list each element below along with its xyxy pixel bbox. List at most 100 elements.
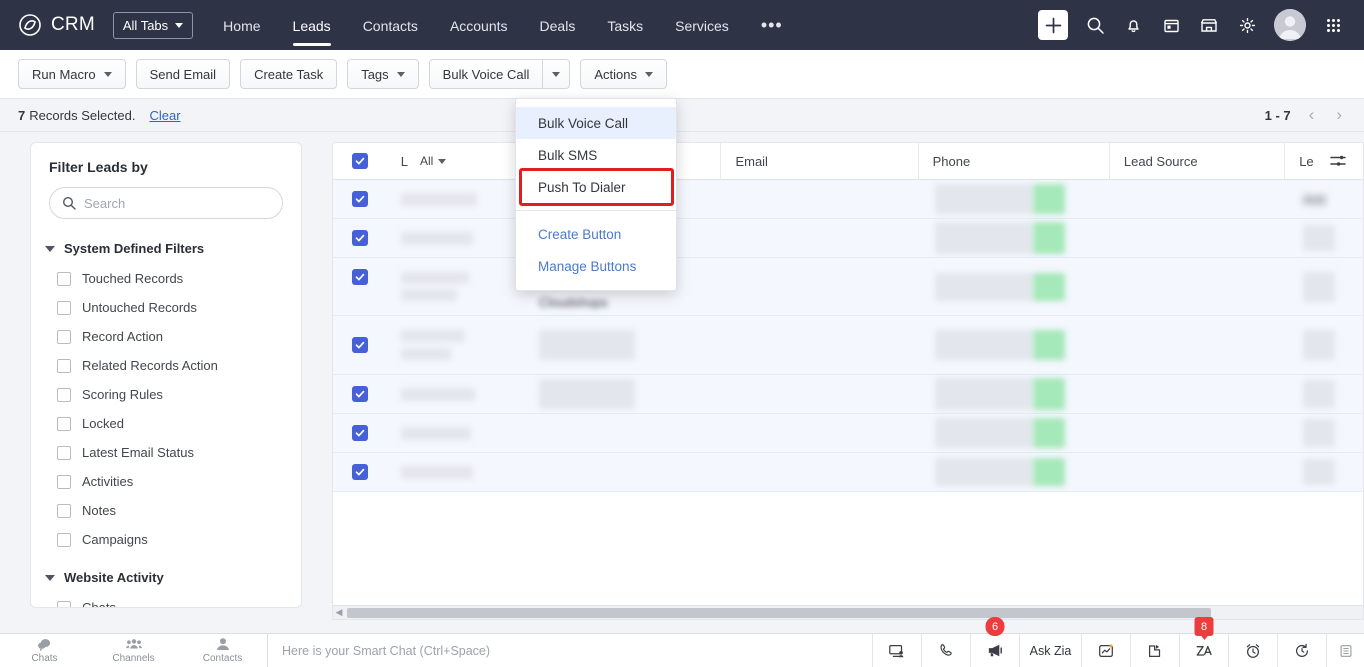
checkbox[interactable] — [57, 601, 71, 609]
filter-activities[interactable]: Activities — [31, 467, 301, 496]
column-scope-selector[interactable]: All — [420, 154, 446, 168]
filter-touched-records[interactable]: Touched Records — [31, 264, 301, 293]
column-menu-icon[interactable] — [888, 157, 904, 166]
column-menu-icon[interactable] — [1254, 157, 1270, 166]
smart-chat-input[interactable]: Here is your Smart Chat (Ctrl+Space) — [267, 634, 872, 667]
menu-item-create-button[interactable]: Create Button — [516, 218, 676, 250]
column-menu-icon[interactable] — [1079, 157, 1095, 166]
menu-item-bulk-sms[interactable]: Bulk SMS — [516, 139, 676, 171]
table-row[interactable]: Anti — [333, 180, 1363, 219]
checkbox[interactable] — [57, 330, 71, 344]
apps-grid-button[interactable] — [1316, 8, 1350, 42]
filter-related-records-action[interactable]: Related Records Action — [31, 351, 301, 380]
column-menu-icon[interactable] — [690, 157, 706, 166]
menu-item-push-to-dialer[interactable]: Push To Dialer — [516, 171, 676, 203]
column-settings-button[interactable] — [1329, 143, 1363, 180]
tags-button[interactable]: Tags — [347, 59, 418, 89]
checkbox[interactable] — [57, 272, 71, 286]
filter-untouched-records[interactable]: Untouched Records — [31, 293, 301, 322]
bulk-voice-call-dropdown-toggle[interactable] — [542, 59, 570, 89]
filter-chats[interactable]: Chats — [31, 593, 301, 608]
send-email-button[interactable]: Send Email — [136, 59, 230, 89]
recent-history-button[interactable] — [1277, 634, 1326, 667]
filter-record-action[interactable]: Record Action — [31, 322, 301, 351]
nav-item-contacts[interactable]: Contacts — [347, 3, 434, 48]
calendar-button[interactable] — [1154, 8, 1188, 42]
nav-more-button[interactable]: ••• — [745, 15, 799, 36]
table-row[interactable] — [333, 219, 1363, 258]
table-row[interactable] — [333, 375, 1363, 414]
checkbox[interactable] — [57, 417, 71, 431]
nav-item-accounts[interactable]: Accounts — [434, 3, 524, 48]
column-header-lead-status[interactable]: Le — [1285, 143, 1329, 180]
row-checkbox[interactable] — [352, 230, 368, 246]
signals-button[interactable] — [1130, 634, 1179, 667]
checkbox[interactable] — [57, 359, 71, 373]
add-new-button[interactable] — [1038, 10, 1068, 40]
filter-search-box[interactable] — [49, 187, 283, 219]
screen-share-button[interactable] — [872, 634, 921, 667]
row-checkbox[interactable] — [352, 464, 368, 480]
checkbox[interactable] — [57, 301, 71, 315]
checkbox[interactable] — [57, 504, 71, 518]
nav-item-tasks[interactable]: Tasks — [591, 3, 659, 48]
bottom-tab-channels[interactable]: Channels — [89, 634, 178, 667]
recycle-bin-button[interactable] — [1326, 634, 1364, 667]
row-checkbox[interactable] — [352, 386, 368, 402]
row-checkbox[interactable] — [352, 425, 368, 441]
bottom-tab-contacts[interactable]: Contacts — [178, 634, 267, 667]
row-checkbox[interactable] — [352, 191, 368, 207]
create-task-button[interactable]: Create Task — [240, 59, 337, 89]
previous-page-button[interactable]: ‹ — [1305, 105, 1319, 125]
table-row[interactable] — [333, 316, 1363, 375]
filter-locked[interactable]: Locked — [31, 409, 301, 438]
analytics-button[interactable] — [1081, 634, 1130, 667]
filter-latest-email-status[interactable]: Latest Email Status — [31, 438, 301, 467]
phone-button[interactable] — [921, 634, 970, 667]
menu-item-manage-buttons[interactable]: Manage Buttons — [516, 250, 676, 282]
nav-item-deals[interactable]: Deals — [524, 3, 592, 48]
column-menu-icon[interactable] — [493, 157, 509, 166]
clear-selection-link[interactable]: Clear — [149, 108, 180, 123]
notifications-button[interactable] — [1116, 8, 1150, 42]
bottom-tab-chats[interactable]: Chats — [0, 634, 89, 667]
checkbox[interactable] — [57, 446, 71, 460]
run-macro-button[interactable]: Run Macro — [18, 59, 126, 89]
bulk-voice-call-button[interactable]: Bulk Voice Call — [429, 59, 543, 89]
filter-notes[interactable]: Notes — [31, 496, 301, 525]
checkbox[interactable] — [57, 475, 71, 489]
actions-button[interactable]: Actions — [580, 59, 667, 89]
scrollbar-thumb[interactable] — [347, 608, 1211, 618]
zia-translate-button[interactable]: 8 — [1179, 634, 1228, 667]
nav-item-leads[interactable]: Leads — [277, 3, 347, 48]
nav-item-services[interactable]: Services — [659, 3, 745, 48]
filter-search-input[interactable] — [84, 196, 270, 211]
app-logo[interactable]: CRM — [18, 13, 95, 37]
next-page-button[interactable]: › — [1332, 105, 1346, 125]
column-header-phone[interactable]: Phone — [919, 143, 1110, 180]
row-checkbox[interactable] — [352, 269, 368, 285]
table-row[interactable] — [333, 414, 1363, 453]
filter-group-system-defined[interactable]: System Defined Filters — [31, 233, 301, 264]
scroll-left-arrow[interactable]: ◀ — [333, 607, 345, 618]
column-header-lead-name[interactable]: L All — [387, 143, 524, 180]
all-tabs-button[interactable]: All Tabs — [113, 12, 193, 39]
announcements-button[interactable]: 6 — [970, 634, 1019, 667]
settings-button[interactable] — [1230, 8, 1264, 42]
table-row[interactable]: Cloudshops — [333, 258, 1363, 316]
row-checkbox[interactable] — [352, 337, 368, 353]
checkbox[interactable] — [57, 533, 71, 547]
menu-item-bulk-voice-call[interactable]: Bulk Voice Call — [516, 107, 676, 139]
column-header-lead-source[interactable]: Lead Source — [1110, 143, 1285, 180]
search-button[interactable] — [1078, 8, 1112, 42]
table-row[interactable] — [333, 453, 1363, 492]
avatar[interactable] — [1274, 9, 1306, 41]
checkbox[interactable] — [57, 388, 71, 402]
filter-campaigns[interactable]: Campaigns — [31, 525, 301, 554]
filter-scoring-rules[interactable]: Scoring Rules — [31, 380, 301, 409]
select-all-checkbox[interactable] — [352, 153, 368, 169]
filter-group-website-activity[interactable]: Website Activity — [31, 554, 301, 593]
marketplace-button[interactable] — [1192, 8, 1226, 42]
reminders-button[interactable] — [1228, 634, 1277, 667]
ask-zia-button[interactable]: Ask Zia — [1019, 634, 1081, 667]
